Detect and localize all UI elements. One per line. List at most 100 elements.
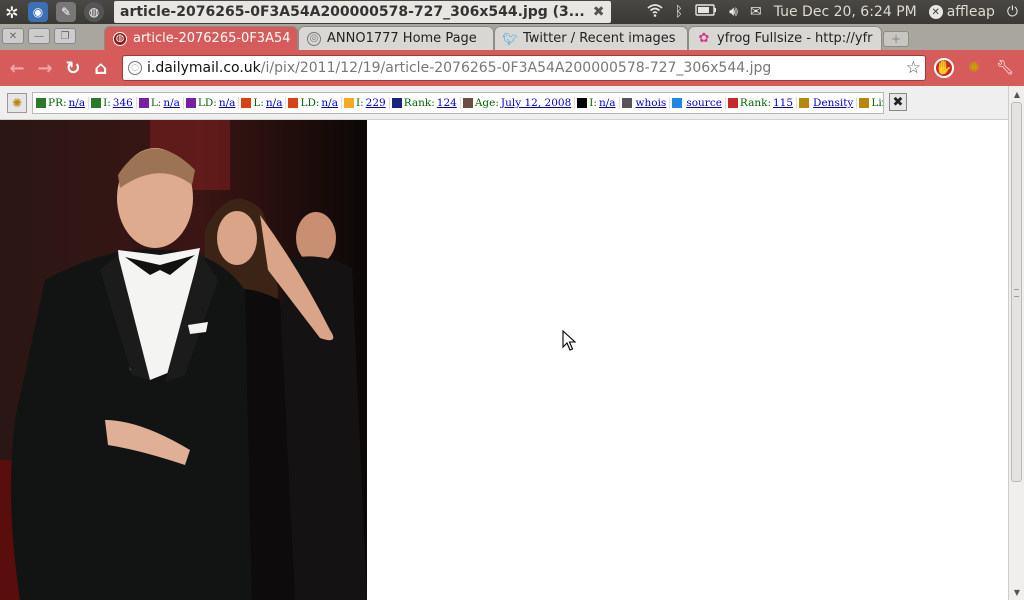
scroll-up-arrow-icon[interactable]: ▲ [1011,88,1023,100]
globe-icon: ◎ [307,31,321,46]
seo-metric-value[interactable]: n/a [219,97,236,109]
reload-icon[interactable]: ↻ [59,54,87,82]
seo-metric-value[interactable]: 346 [113,97,133,109]
seo-metric-item[interactable]: I: 346 [91,97,137,109]
seo-metric-icon [727,98,738,108]
ubuntu-menu-icon[interactable]: ✲ [0,0,24,24]
tab-dailymail-image[interactable]: ◍ article-2076265-0F3A54 ✕ [104,26,298,50]
window-close-icon[interactable]: ✖ [593,4,605,20]
seo-metric-icon [138,98,149,108]
tab-label: Twitter / Recent images [523,31,676,46]
back-arrow-icon[interactable]: ← [3,54,31,82]
bookmark-star-icon[interactable]: ☆ [906,58,921,78]
tab-label: ANNO1777 Home Page [327,31,477,46]
volume-icon[interactable]: 🔊︎ [729,4,738,20]
seo-metric-value[interactable]: n/a [266,97,283,109]
scroll-down-arrow-icon[interactable]: ▼ [1011,586,1023,598]
tab-close-icon[interactable]: ✕ [291,32,298,46]
adblock-icon[interactable]: ✋ [934,58,954,78]
seo-close-icon[interactable]: ✖ [889,93,907,111]
seo-metric-icon [672,98,683,108]
wifi-icon[interactable] [647,3,663,21]
vertical-scrollbar[interactable]: ▲ ▼ [1008,86,1024,600]
seo-metric-item[interactable]: I: n/a [577,97,620,109]
url-path: /i/pix/2011/12/19/article-2076265-0F3A54… [260,60,772,76]
user-status-icon: ✕ [928,5,943,19]
seo-metric-icon [462,98,473,108]
seo-metric-value[interactable]: Density [813,97,853,109]
seo-metric-label: PR: [48,97,67,109]
seo-metric-label: Age: [474,97,499,109]
seo-settings-gear-icon[interactable]: ✺ [7,93,27,113]
seo-metric-value[interactable]: 229 [366,97,386,109]
tab-yfrog[interactable]: ✿ yfrog Fullsize - http://yfr [688,26,882,50]
seo-metric-item[interactable]: whois [621,97,671,109]
seo-metric-icon [799,98,810,108]
seo-extension-icon[interactable]: ✺ [964,58,984,78]
tab-strip: ✕ — ❐ ◍ article-2076265-0F3A54 ✕ ◎ ANNO1… [0,24,1024,50]
power-icon[interactable]: ⏻ [1007,4,1018,20]
system-tray: ᛒ 🔊︎ ✉ Tue Dec 20, 6:24 PM ✕ affleap ⏻ [647,0,1024,24]
minimize-window-icon[interactable]: — [28,28,50,44]
seo-metric-value[interactable]: n/a [163,97,180,109]
chrome-launcher-icon[interactable]: ◉ [24,0,52,24]
mail-icon[interactable]: ✉ [750,4,762,20]
browser-launcher-icon[interactable]: ◍ [80,0,108,24]
seo-metric-item[interactable]: Rank: 115 [727,97,798,109]
seo-metric-value[interactable]: whois [636,97,667,109]
seo-metric-icon [91,98,102,108]
home-icon[interactable]: ⌂ [87,54,115,82]
clock[interactable]: Tue Dec 20, 6:24 PM [774,4,917,20]
seo-metric-item[interactable]: Age: July 12, 2008 [462,97,576,109]
seo-metric-value[interactable]: 124 [437,97,457,109]
seo-metric-icon [36,98,46,108]
window-controls: ✕ — ❐ [2,28,76,44]
seo-metric-item[interactable]: Rank: 124 [391,97,461,109]
mouse-cursor-icon [562,329,577,356]
seo-metric-value[interactable]: source [686,97,722,109]
bluetooth-icon[interactable]: ᛒ [675,4,683,20]
seo-metric-item[interactable]: L: n/a [241,97,287,109]
seo-metric-icon [577,98,588,108]
seo-metric-item[interactable]: Density [799,97,858,109]
battery-icon[interactable] [695,4,717,20]
page-info-icon[interactable]: ◌ [128,61,142,75]
tab-twitter[interactable]: 🐦︎ Twitter / Recent images [494,26,688,50]
scrollbar-thumb[interactable] [1011,102,1022,482]
maximize-window-icon[interactable]: ❐ [54,28,76,44]
seo-metric-label: I: [589,97,597,109]
text-editor-launcher-icon[interactable]: ✎ [52,0,80,24]
seo-metric-value[interactable]: n/a [69,97,86,109]
seo-metric-value[interactable]: 115 [773,97,793,109]
address-bar[interactable]: ◌ i.dailymail.co.uk/i/pix/2011/12/19/art… [122,55,926,81]
page-content [0,120,1008,600]
seo-metric-label: L: [150,97,162,109]
seo-metric-item[interactable]: L: n/a [138,97,184,109]
article-photo [0,120,367,600]
forward-arrow-icon[interactable]: → [31,54,59,82]
seo-metric-item[interactable]: LD: n/a [288,97,342,109]
active-window-title[interactable]: article-2076265-0F3A54A200000578-727_306… [114,1,611,23]
seo-metric-label: LD: [197,97,217,109]
tab-anno1777[interactable]: ◎ ANNO1777 Home Page [298,26,494,50]
seo-metric-value[interactable]: n/a [599,97,616,109]
dailymail-favicon-icon: ◍ [113,31,127,46]
seo-metric-label: I: [355,97,364,109]
seo-metric-item[interactable]: Links [859,97,883,109]
seo-metric-value[interactable]: July 12, 2008 [501,97,571,109]
seo-metric-value[interactable]: n/a [321,97,338,109]
window-title-text: article-2076265-0F3A54A200000578-727_306… [120,4,585,20]
close-window-icon[interactable]: ✕ [2,28,24,44]
seo-metric-item[interactable]: PR: n/a [36,97,90,109]
user-menu[interactable]: ✕ affleap [928,4,995,20]
seo-metric-item[interactable]: source [672,97,726,109]
seo-metric-item[interactable]: LD: n/a [185,97,240,109]
seo-metric-icon [859,98,870,108]
seo-metric-item[interactable]: I: 229 [343,97,390,109]
seo-metric-icon [391,98,402,108]
twitter-bird-icon: 🐦︎ [502,31,518,46]
new-tab-button[interactable]: + [883,31,909,47]
user-name: affleap [946,4,995,20]
wrench-menu-icon[interactable]: 🔧︎ [995,58,1015,78]
system-panel: ✲ ◉ ✎ ◍ article-2076265-0F3A54A200000578… [0,0,1024,24]
